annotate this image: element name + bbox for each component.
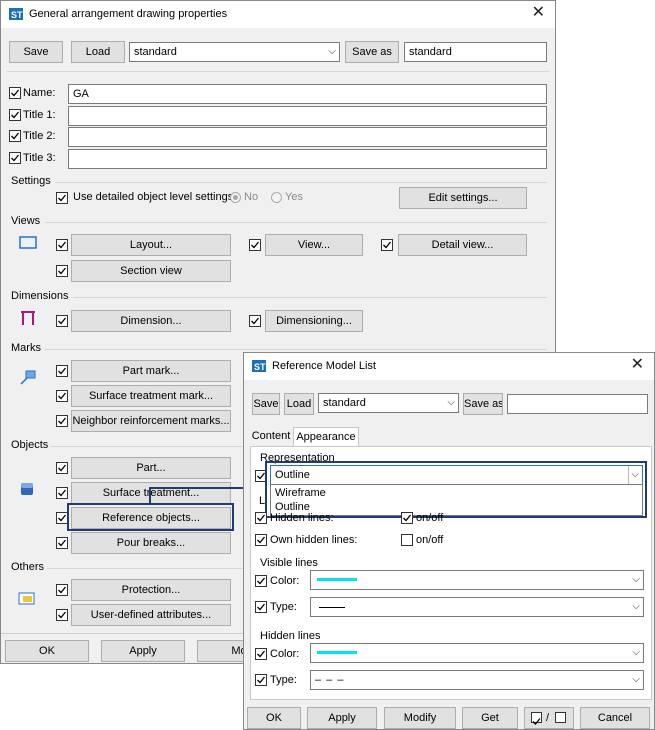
visible-type-label: Type: [270, 601, 297, 613]
hidden-lines-header: Hidden lines [260, 630, 321, 642]
own-hidden-label: Own hidden lines: [270, 534, 358, 546]
visible-color-label: Color: [270, 575, 300, 587]
hidden-type-select[interactable]: – – – ⌵ [310, 670, 644, 690]
check-all-icon [531, 712, 542, 725]
line-label-partial: L [259, 495, 266, 507]
ref-ok-button[interactable]: OK [247, 707, 301, 729]
slash-icon: / [546, 712, 550, 724]
onoff-label-1: on/off [416, 512, 444, 524]
uncheck-all-icon [555, 712, 566, 723]
onoff-checkbox-2[interactable] [401, 534, 413, 546]
visible-color-select[interactable]: ⌵ [310, 570, 644, 590]
hidden-type-checkbox[interactable] [255, 674, 267, 686]
hidden-color-label: Color: [270, 648, 300, 660]
hidden-lines-label: Hidden lines: [270, 512, 334, 524]
own-hidden-checkbox[interactable] [255, 534, 267, 546]
visible-color-swatch [317, 578, 357, 581]
chevron-down-icon: ⌵ [632, 574, 640, 585]
visible-lines-header: Visible lines [260, 557, 318, 569]
ref-save-as-field[interactable] [507, 394, 648, 414]
app-icon: ST [252, 360, 266, 372]
ref-preset-select[interactable]: standard ⌵ [318, 393, 459, 413]
hidden-color-checkbox[interactable] [255, 648, 267, 660]
onoff-label-2: on/off [416, 534, 444, 546]
select-toggle-button[interactable]: / [524, 707, 574, 729]
ref-load-button[interactable]: Load [284, 393, 314, 415]
visible-type-checkbox[interactable] [255, 601, 267, 613]
chevron-down-icon: ⌵ [447, 397, 455, 408]
ref-preset-value: standard [323, 397, 366, 409]
ref-apply-button[interactable]: Apply [307, 707, 377, 729]
ref-save-button[interactable]: Save [252, 393, 280, 415]
representation-highlight [265, 461, 647, 518]
onoff-checkbox-1[interactable] [401, 512, 413, 524]
hidden-type-value: – – – [315, 674, 345, 686]
ref-cancel-button[interactable]: Cancel [580, 707, 650, 729]
visible-color-checkbox[interactable] [255, 575, 267, 587]
chevron-down-icon: ⌵ [632, 674, 640, 685]
solid-line-swatch [319, 607, 345, 608]
chevron-down-icon: ⌵ [632, 647, 640, 658]
hidden-color-select[interactable]: ⌵ [310, 643, 644, 663]
ref-title: Reference Model List [272, 360, 376, 372]
hidden-color-swatch [317, 651, 357, 654]
hidden-type-label: Type: [270, 674, 297, 686]
tab-content[interactable]: Content [250, 427, 292, 447]
chevron-down-icon: ⌵ [632, 601, 640, 612]
ref-titlebar: ST Reference Model List ✕ [244, 353, 654, 380]
close-icon[interactable]: ✕ [631, 356, 644, 374]
ref-get-button[interactable]: Get [462, 707, 518, 729]
ref-dialog: ST Reference Model List ✕ Save Load stan… [243, 352, 655, 730]
svg-text:ST: ST [254, 362, 266, 372]
visible-type-select[interactable]: ⌵ [310, 597, 644, 617]
tab-appearance[interactable]: Appearance [293, 427, 359, 447]
ref-save-as-button[interactable]: Save as [463, 393, 503, 415]
ref-modify-button[interactable]: Modify [384, 707, 456, 729]
hidden-lines-checkbox[interactable] [255, 512, 267, 524]
